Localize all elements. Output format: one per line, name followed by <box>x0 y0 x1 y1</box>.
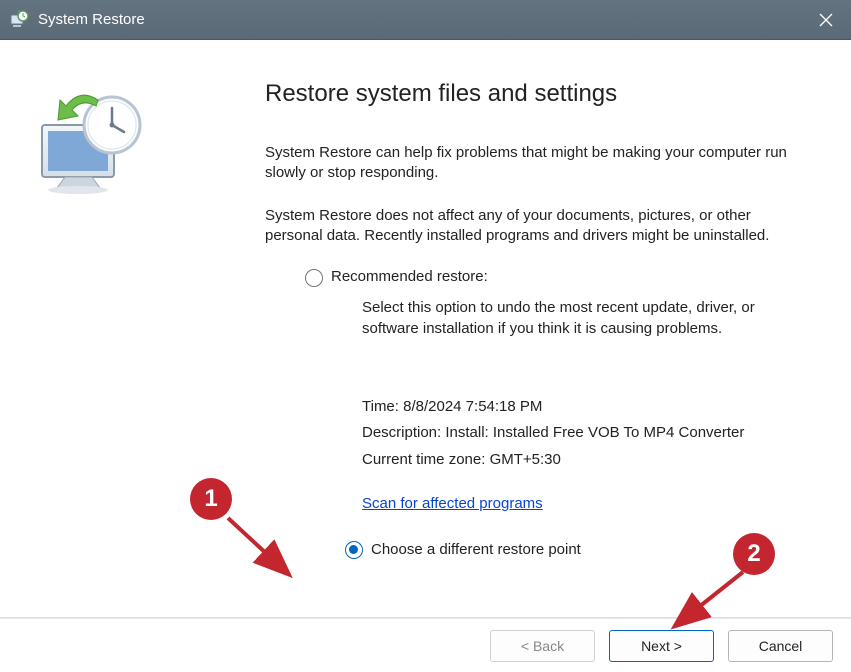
main-panel: Restore system files and settings System… <box>265 80 811 559</box>
wizard-graphic <box>20 90 170 213</box>
annotation-badge-2: 2 <box>733 533 775 575</box>
radio-selected-icon <box>345 541 363 559</box>
close-icon <box>819 13 833 27</box>
detail-time: Time: 8/8/2024 7:54:18 PM <box>362 394 811 420</box>
detail-description: Description: Install: Installed Free VOB… <box>362 420 811 446</box>
scan-affected-programs-link[interactable]: Scan for affected programs <box>362 495 543 512</box>
wizard-button-bar: < Back Next > Cancel <box>0 618 851 672</box>
recommended-restore-option[interactable]: Recommended restore: <box>305 268 811 287</box>
choose-different-label: Choose a different restore point <box>371 541 581 558</box>
scan-link-row: Scan for affected programs <box>362 495 811 512</box>
radio-unselected-icon <box>305 269 323 287</box>
window-title: System Restore <box>38 11 801 28</box>
detail-timezone: Current time zone: GMT+5:30 <box>362 447 811 473</box>
cancel-button[interactable]: Cancel <box>728 630 833 662</box>
system-restore-icon <box>8 9 30 31</box>
intro-paragraph-1: System Restore can help fix problems tha… <box>265 143 811 184</box>
page-heading: Restore system files and settings <box>265 80 811 108</box>
restore-options: Recommended restore: Select this option … <box>305 268 811 559</box>
intro-paragraph-2: System Restore does not affect any of yo… <box>265 206 811 247</box>
recommended-restore-label: Recommended restore: <box>331 268 488 285</box>
content-area: Restore system files and settings System… <box>0 40 851 618</box>
restore-point-details: Time: 8/8/2024 7:54:18 PM Description: I… <box>362 394 811 473</box>
back-button: < Back <box>490 630 595 662</box>
close-button[interactable] <box>801 0 851 40</box>
recommended-restore-description: Select this option to undo the most rece… <box>362 297 811 339</box>
titlebar: System Restore <box>0 0 851 40</box>
next-button[interactable]: Next > <box>609 630 714 662</box>
annotation-badge-1: 1 <box>190 478 232 520</box>
